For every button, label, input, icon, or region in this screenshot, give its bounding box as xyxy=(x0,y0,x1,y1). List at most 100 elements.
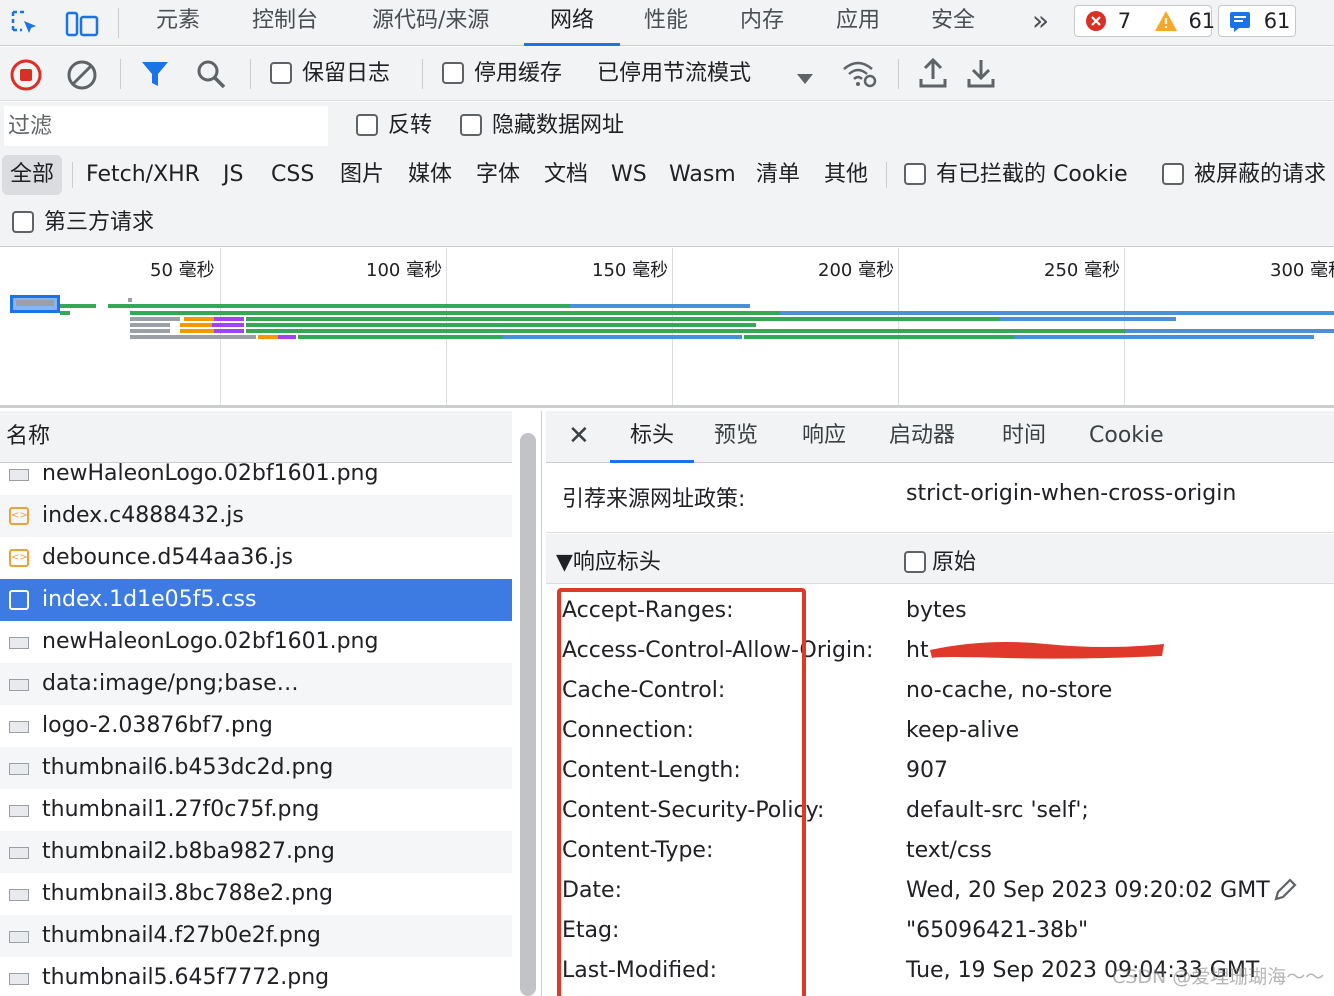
filter-type-doc[interactable]: 文档 xyxy=(544,155,588,195)
request-name: debounce.d544aa36.js xyxy=(42,545,293,570)
image-file-icon xyxy=(9,469,29,481)
tab-elements[interactable]: 元素 xyxy=(156,0,200,46)
script-file-icon: <> xyxy=(9,507,29,525)
request-row[interactable]: data:image/png;base… xyxy=(0,663,512,705)
request-row[interactable]: <> debounce.d544aa36.js xyxy=(0,537,512,579)
network-toolbar: 保留日志 停用缓存 已停用节流模式 xyxy=(0,47,1334,101)
warning-icon xyxy=(1154,6,1178,36)
tab-security[interactable]: 安全 xyxy=(931,0,975,46)
chevron-down-icon[interactable] xyxy=(796,67,814,92)
hide-data-urls-checkbox[interactable]: 隐藏数据网址 xyxy=(460,106,624,146)
filter-type-css[interactable]: CSS xyxy=(271,155,314,195)
image-file-icon xyxy=(9,973,29,985)
image-file-icon xyxy=(9,931,29,943)
import-har-icon[interactable] xyxy=(918,57,948,95)
request-row[interactable]: logo-2.03876bf7.png xyxy=(0,705,512,747)
request-name: data:image/png;base… xyxy=(42,671,299,696)
filter-type-other[interactable]: 其他 xyxy=(824,155,868,195)
request-name: index.c4888432.js xyxy=(42,503,244,528)
filter-type-all[interactable]: 全部 xyxy=(2,155,63,195)
request-list-panel: newHaleonLogo.02bf1601.png <> index.c48884… xyxy=(0,411,542,996)
filter-input[interactable] xyxy=(4,106,328,146)
request-row[interactable]: thumbnail6.b453dc2d.png xyxy=(0,747,512,789)
filter-type-img[interactable]: 图片 xyxy=(340,155,384,195)
filter-type-ws[interactable]: WS xyxy=(611,155,647,195)
request-row[interactable]: thumbnail4.f27b0e2f.png xyxy=(0,915,512,957)
detail-tab-bar: ✕ 标头 预览 响应 启动器 时间 Cookie xyxy=(546,411,1334,463)
network-conditions-icon[interactable] xyxy=(842,59,878,95)
throttling-select[interactable]: 已停用节流模式 xyxy=(597,47,751,101)
request-row[interactable]: <> index.c4888432.js xyxy=(0,495,512,537)
record-stop-icon[interactable] xyxy=(10,59,42,97)
filter-type-js[interactable]: JS xyxy=(223,155,243,195)
image-file-icon xyxy=(9,679,29,691)
tab-console[interactable]: 控制台 xyxy=(252,0,318,46)
clear-icon[interactable] xyxy=(66,59,98,97)
request-row[interactable]: thumbnail1.27f0c75f.png xyxy=(0,789,512,831)
tab-timing[interactable]: 时间 xyxy=(1002,411,1046,463)
disable-cache-checkbox[interactable]: 停用缓存 xyxy=(442,47,562,101)
image-file-icon xyxy=(9,847,29,859)
tab-headers[interactable]: 标头 xyxy=(610,411,694,463)
filter-type-media[interactable]: 媒体 xyxy=(408,155,452,195)
blocked-cookies-checkbox[interactable]: 有已拦截的 Cookie xyxy=(904,155,1128,195)
referrer-policy-row: 引荐来源网址政策: strict-origin-when-cross-origi… xyxy=(546,463,1334,533)
third-party-checkbox[interactable]: 第三方请求 xyxy=(12,203,154,243)
timeline-tick: 200 毫秒 xyxy=(818,260,895,281)
filter-icon[interactable] xyxy=(140,60,170,94)
blocked-requests-label: 被屏蔽的请求 xyxy=(1194,162,1327,187)
tab-initiator[interactable]: 启动器 xyxy=(889,411,955,463)
close-icon[interactable]: ✕ xyxy=(568,411,590,463)
request-name: newHaleonLogo.02bf1601.png xyxy=(42,461,379,486)
tab-performance[interactable]: 性能 xyxy=(644,0,688,46)
inspect-element-icon[interactable] xyxy=(10,9,40,45)
raw-headers-checkbox[interactable]: 原始 xyxy=(904,544,976,576)
request-row[interactable]: thumbnail3.8bc788e2.png xyxy=(0,873,512,915)
request-row[interactable]: thumbnail2.b8ba9827.png xyxy=(0,831,512,873)
timeline-tick: 100 毫秒 xyxy=(366,260,443,281)
timeline-tick: 300 毫秒 xyxy=(1270,260,1334,281)
search-icon[interactable] xyxy=(196,59,226,95)
request-list: newHaleonLogo.02bf1601.png <> index.c48884… xyxy=(0,453,512,996)
hide-data-urls-label: 隐藏数据网址 xyxy=(492,113,625,138)
invert-checkbox[interactable]: 反转 xyxy=(356,106,432,146)
filter-bar: 反转 隐藏数据网址 全部 Fetch/XHR JS CSS 图片 媒体 字体 文… xyxy=(0,102,1334,247)
header-value: bytes xyxy=(906,598,967,623)
request-row[interactable]: index.1d1e05f5.css xyxy=(0,579,512,621)
response-headers-section-header[interactable]: ▼响应标头 原始 xyxy=(546,534,1334,584)
issues-badge[interactable]: 7 61 xyxy=(1074,5,1216,37)
blocked-requests-checkbox[interactable]: 被屏蔽的请求 xyxy=(1162,155,1326,195)
filter-type-wasm[interactable]: Wasm xyxy=(669,155,736,195)
request-name: thumbnail6.b453dc2d.png xyxy=(42,755,334,780)
invert-label: 反转 xyxy=(388,113,433,138)
more-tabs-icon[interactable]: » xyxy=(1032,0,1049,46)
message-count: 61 xyxy=(1263,9,1291,33)
timeline-tick: 150 毫秒 xyxy=(592,260,669,281)
preserve-log-checkbox[interactable]: 保留日志 xyxy=(270,47,390,101)
header-value: no-cache, no-store xyxy=(906,678,1113,703)
preserve-log-label: 保留日志 xyxy=(302,61,391,86)
tab-network[interactable]: 网络 xyxy=(524,0,620,46)
edit-icon[interactable] xyxy=(1272,877,1298,909)
tab-memory[interactable]: 内存 xyxy=(740,0,784,46)
request-row[interactable]: thumbnail5.645f7772.png xyxy=(0,957,512,996)
device-toolbar-icon[interactable] xyxy=(64,9,100,45)
tab-sources[interactable]: 源代码/来源 xyxy=(372,0,489,46)
tab-preview[interactable]: 预览 xyxy=(714,411,758,463)
messages-badge[interactable]: 61 xyxy=(1218,5,1296,37)
blocked-cookies-label: 有已拦截的 Cookie xyxy=(936,162,1128,187)
export-har-icon[interactable] xyxy=(966,57,996,95)
filter-type-manifest[interactable]: 清单 xyxy=(756,155,800,195)
filter-type-fetch-xhr[interactable]: Fetch/XHR xyxy=(86,155,200,195)
warning-count: 61 xyxy=(1188,9,1216,33)
filter-type-font[interactable]: 字体 xyxy=(476,155,520,195)
stylesheet-file-icon xyxy=(9,590,29,610)
name-column-header[interactable]: 名称 xyxy=(0,411,512,463)
error-icon xyxy=(1085,6,1107,36)
tab-application[interactable]: 应用 xyxy=(836,0,880,46)
tab-cookies[interactable]: Cookie xyxy=(1089,411,1164,463)
request-row[interactable]: newHaleonLogo.02bf1601.png xyxy=(0,621,512,663)
request-list-scrollbar-thumb[interactable] xyxy=(520,433,536,996)
timeline-overview[interactable]: 50 毫秒 100 毫秒 150 毫秒 200 毫秒 250 毫秒 300 毫秒 xyxy=(0,248,1334,408)
tab-response[interactable]: 响应 xyxy=(802,411,846,463)
